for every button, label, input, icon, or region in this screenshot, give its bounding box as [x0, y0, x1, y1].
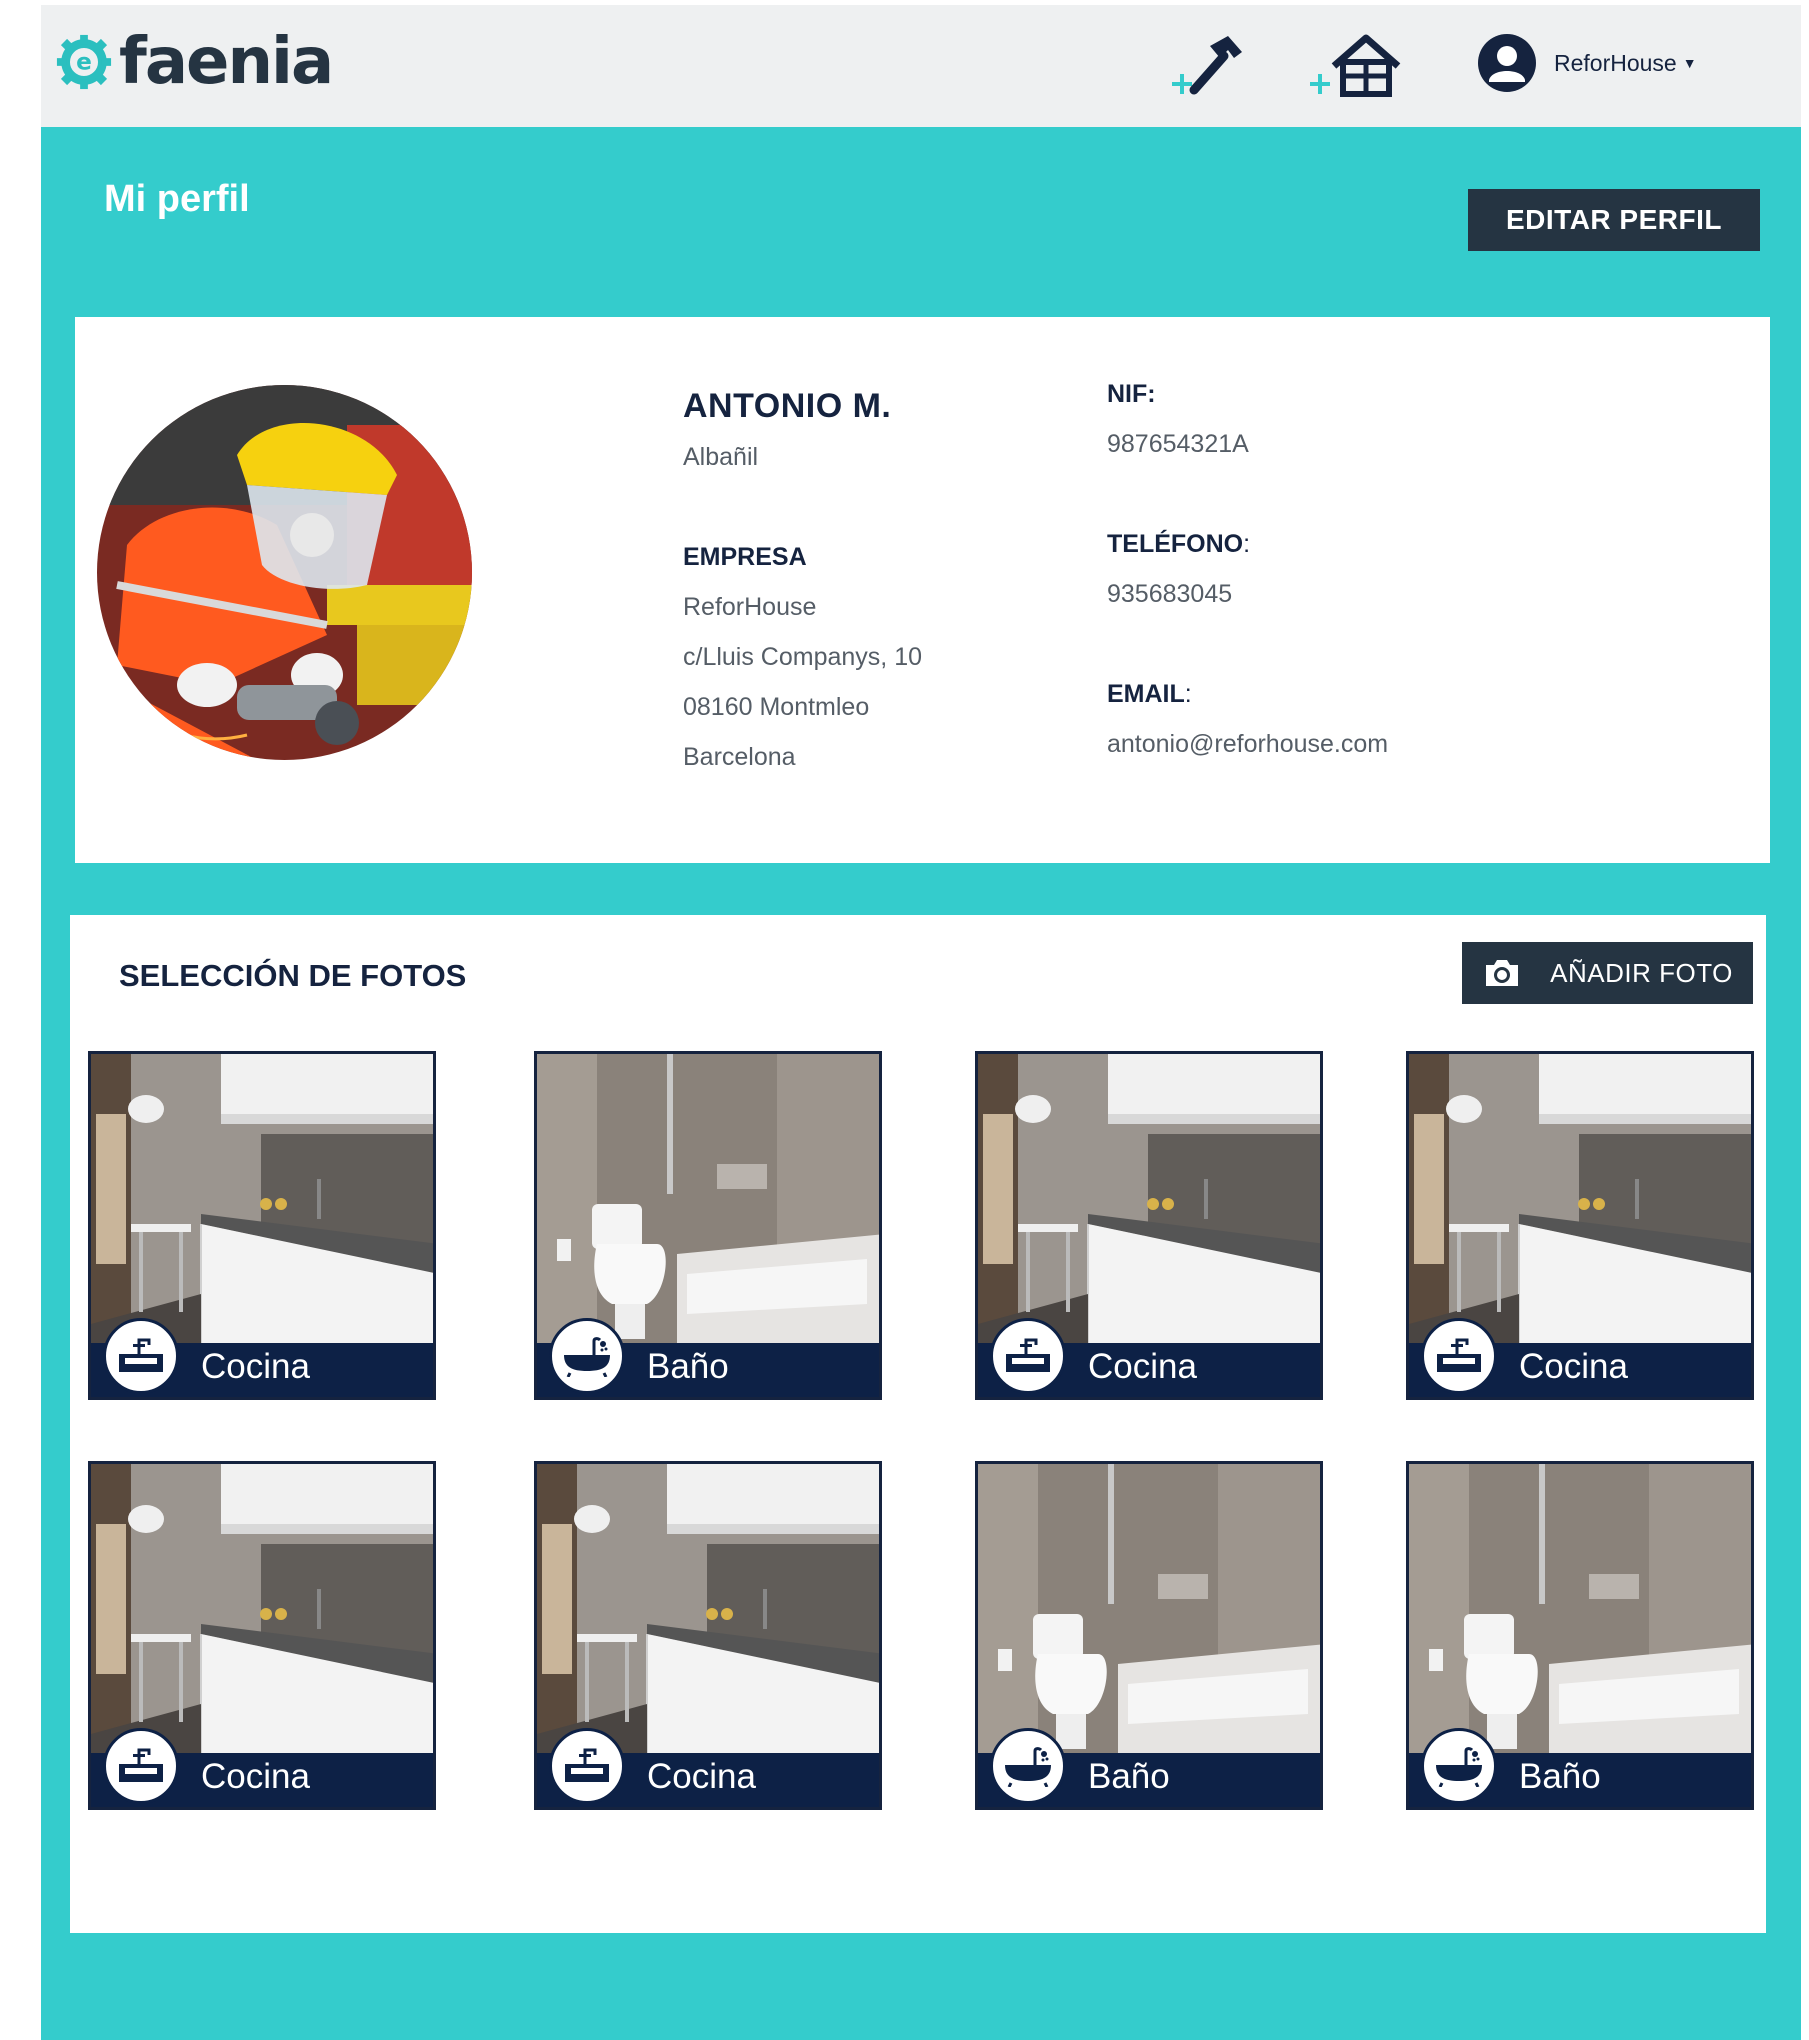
edit-profile-button[interactable]: EDITAR PERFIL [1468, 189, 1760, 251]
bathtub-icon [1421, 1728, 1497, 1804]
bathtub-icon [1436, 1747, 1482, 1787]
worker-photo [97, 385, 472, 760]
photo-tile[interactable]: Cocina [975, 1051, 1323, 1400]
chevron-down-icon: ▼ [1682, 55, 1697, 71]
photo-caption: Baño [647, 1347, 729, 1386]
bathtub-icon [990, 1728, 1066, 1804]
kitchen-sink-icon [1421, 1318, 1497, 1394]
add-photo-label: AÑADIR FOTO [1550, 957, 1733, 988]
kitchen-sink-icon [990, 1318, 1066, 1394]
photo-tile[interactable]: Cocina [1406, 1051, 1754, 1400]
bathtub-icon [564, 1337, 610, 1377]
kitchen-sink-icon [549, 1728, 625, 1804]
add-house-icon[interactable] [1306, 32, 1406, 102]
page-title: Mi perfil [104, 178, 250, 220]
photo-caption: Cocina [201, 1347, 310, 1386]
email-value[interactable]: antonio@reforhouse.com [1107, 730, 1388, 759]
phone-value: 935683045 [1107, 580, 1233, 608]
faenia-logo[interactable]: e faenia [55, 22, 334, 102]
photo-caption: Baño [1088, 1757, 1170, 1796]
kitchen-sink-icon [103, 1728, 179, 1804]
gear-logo-icon: e [56, 34, 112, 90]
photo-tile[interactable]: Cocina [88, 1051, 436, 1400]
kitchen-sink-icon [119, 1748, 163, 1782]
worker-role: Albañil [683, 443, 759, 471]
bathtub-icon [1005, 1747, 1051, 1787]
bathtub-icon [549, 1318, 625, 1394]
photo-caption: Cocina [201, 1757, 310, 1796]
kitchen-sink-icon [119, 1338, 163, 1372]
company-street: c/Lluis Companys, 10 [683, 643, 923, 671]
kitchen-sink-icon [1006, 1338, 1050, 1372]
photo-caption: Cocina [1519, 1347, 1628, 1386]
camera-icon [1486, 960, 1519, 986]
photo-caption: Cocina [647, 1757, 756, 1796]
kitchen-sink-icon [565, 1748, 609, 1782]
photo-tile[interactable]: Baño [534, 1051, 882, 1400]
email-label: EMAIL: [1107, 680, 1192, 708]
photos-section-title: SELECCIÓN DE FOTOS [119, 958, 467, 993]
nif-value: 987654321A [1107, 430, 1249, 458]
photo-tile[interactable]: Cocina [88, 1461, 436, 1810]
company-city: Barcelona [683, 743, 796, 771]
company-name: ReforHouse [683, 593, 817, 621]
svg-text:e: e [76, 49, 92, 76]
kitchen-sink-icon [103, 1318, 179, 1394]
photo-tile[interactable]: Baño [1406, 1461, 1754, 1810]
phone-label: TELÉFONO: [1107, 530, 1251, 558]
photo-tile[interactable]: Baño [975, 1461, 1323, 1810]
add-hammer-icon[interactable] [1168, 32, 1258, 102]
photo-caption: Cocina [1088, 1347, 1197, 1386]
add-photo-button[interactable]: AÑADIR FOTO [1462, 942, 1753, 1004]
nif-label: NIF: [1107, 380, 1156, 408]
company-postcode: 08160 Montmleo [683, 693, 870, 721]
user-name: ReforHouse [1554, 49, 1677, 76]
profile-photo [97, 385, 497, 765]
user-avatar-icon [1478, 34, 1536, 92]
kitchen-sink-icon [1437, 1338, 1481, 1372]
user-menu[interactable]: ReforHouse ▼ [1478, 34, 1697, 92]
profile-card [75, 317, 1770, 863]
photo-caption: Baño [1519, 1757, 1601, 1796]
logo-text: faenia [119, 25, 334, 99]
worker-name: ANTONIO M. [683, 387, 892, 425]
company-label: EMPRESA [683, 543, 807, 571]
photo-tile[interactable]: Cocina [534, 1461, 882, 1810]
